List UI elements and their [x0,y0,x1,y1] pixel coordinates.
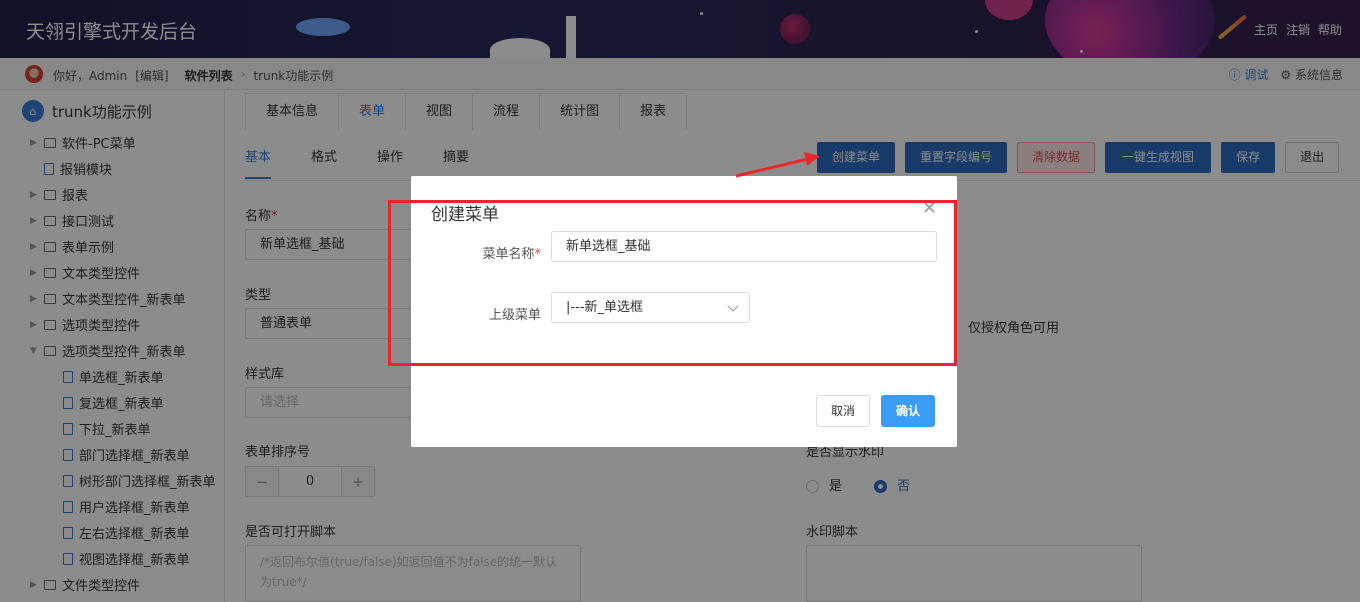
annotation-arrow [735,152,820,178]
annotation-highlight-box [388,200,957,366]
cancel-button[interactable]: 取消 [816,395,871,427]
confirm-button[interactable]: 确认 [881,395,936,427]
